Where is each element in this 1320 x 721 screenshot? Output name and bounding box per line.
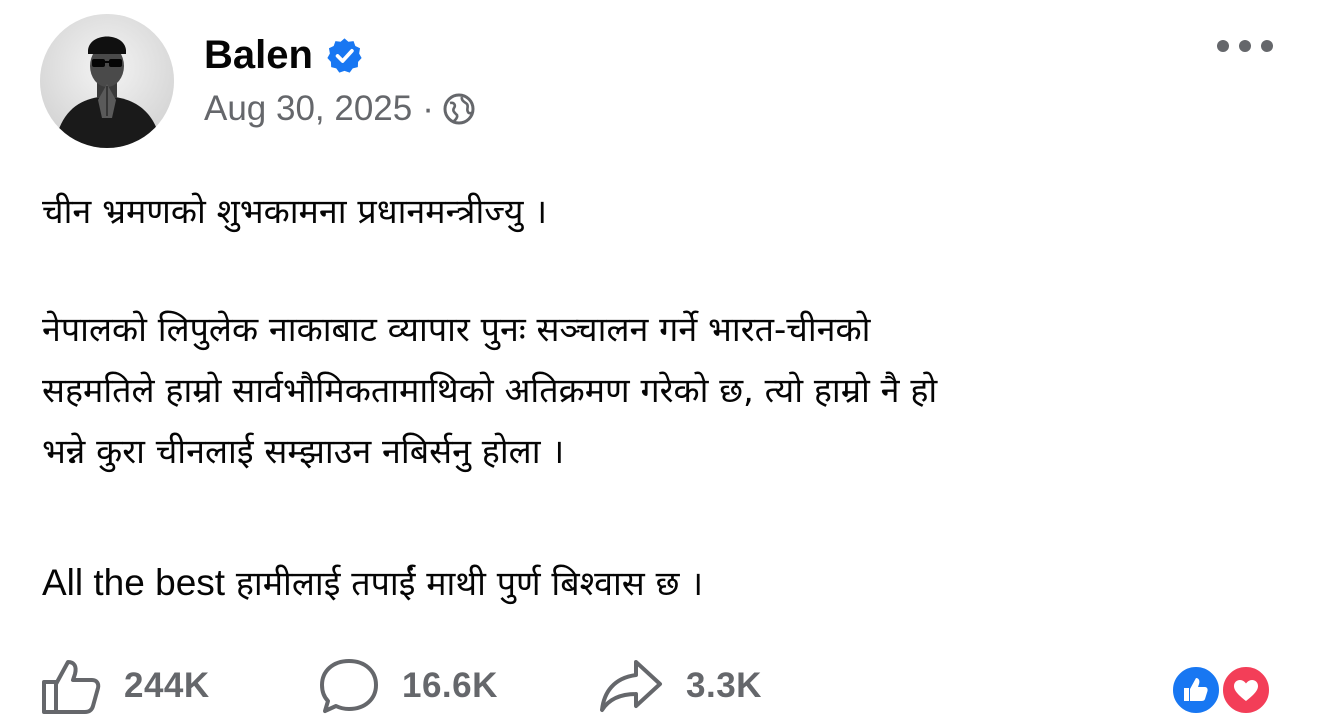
thumbs-up-icon [42,660,101,714]
author-name[interactable]: Balen [204,32,313,78]
like-count: 244K [124,666,210,705]
post-date[interactable]: Aug 30, 2025 [204,89,412,129]
post-text-line: चीन भ्रमणको शुभकामना प्रधानमन्त्रीज्यु । [42,192,548,232]
more-options-icon [1217,40,1273,52]
post-text-line: भन्ने कुरा चीनलाई सम्झाउन नबिर्सनु होला … [42,432,565,472]
comment-count: 16.6K [402,666,498,705]
love-reaction-icon [1220,664,1272,716]
post-paragraph-1: चीन भ्रमणको शुभकामना प्रधानमन्त्रीज्यु । [42,182,1282,243]
like-reaction-icon [1170,664,1222,716]
share-arrow-icon [600,660,662,712]
like-button[interactable]: 244K [40,652,210,720]
post-paragraph-2: नेपालको लिपुलेक नाकाबाट व्यापार पुनः सञ्… [42,300,1282,483]
reaction-summary[interactable] [1170,664,1282,716]
avatar[interactable] [40,14,174,148]
post-text-english: All the best [42,562,226,603]
share-button[interactable]: 3.3K [598,652,762,720]
verified-badge-icon [327,38,362,73]
action-bar: 244K 16.6K 3.3K [0,652,1320,720]
post-paragraph-3: All the best हामीलाई तपाईं माथी पुर्ण बि… [42,552,1282,615]
globe-icon [443,93,475,125]
post-text-line: नेपालको लिपुलेक नाकाबाट व्यापार पुनः सञ्… [42,310,871,350]
post-text-line: सहमतिले हाम्रो सार्वभौमिकतामाथिको अतिक्र… [42,371,938,411]
post-meta: Aug 30, 2025 · [204,89,476,129]
post-text-nepali: हामीलाई तपाईं माथी पुर्ण बिश्वास छ । [225,564,704,604]
comment-bubble-icon [320,659,378,713]
comment-button[interactable]: 16.6K [318,652,498,720]
more-options-button[interactable] [1212,30,1278,62]
share-count: 3.3K [686,666,762,705]
avatar-image [40,14,174,148]
meta-separator: · [422,89,434,128]
